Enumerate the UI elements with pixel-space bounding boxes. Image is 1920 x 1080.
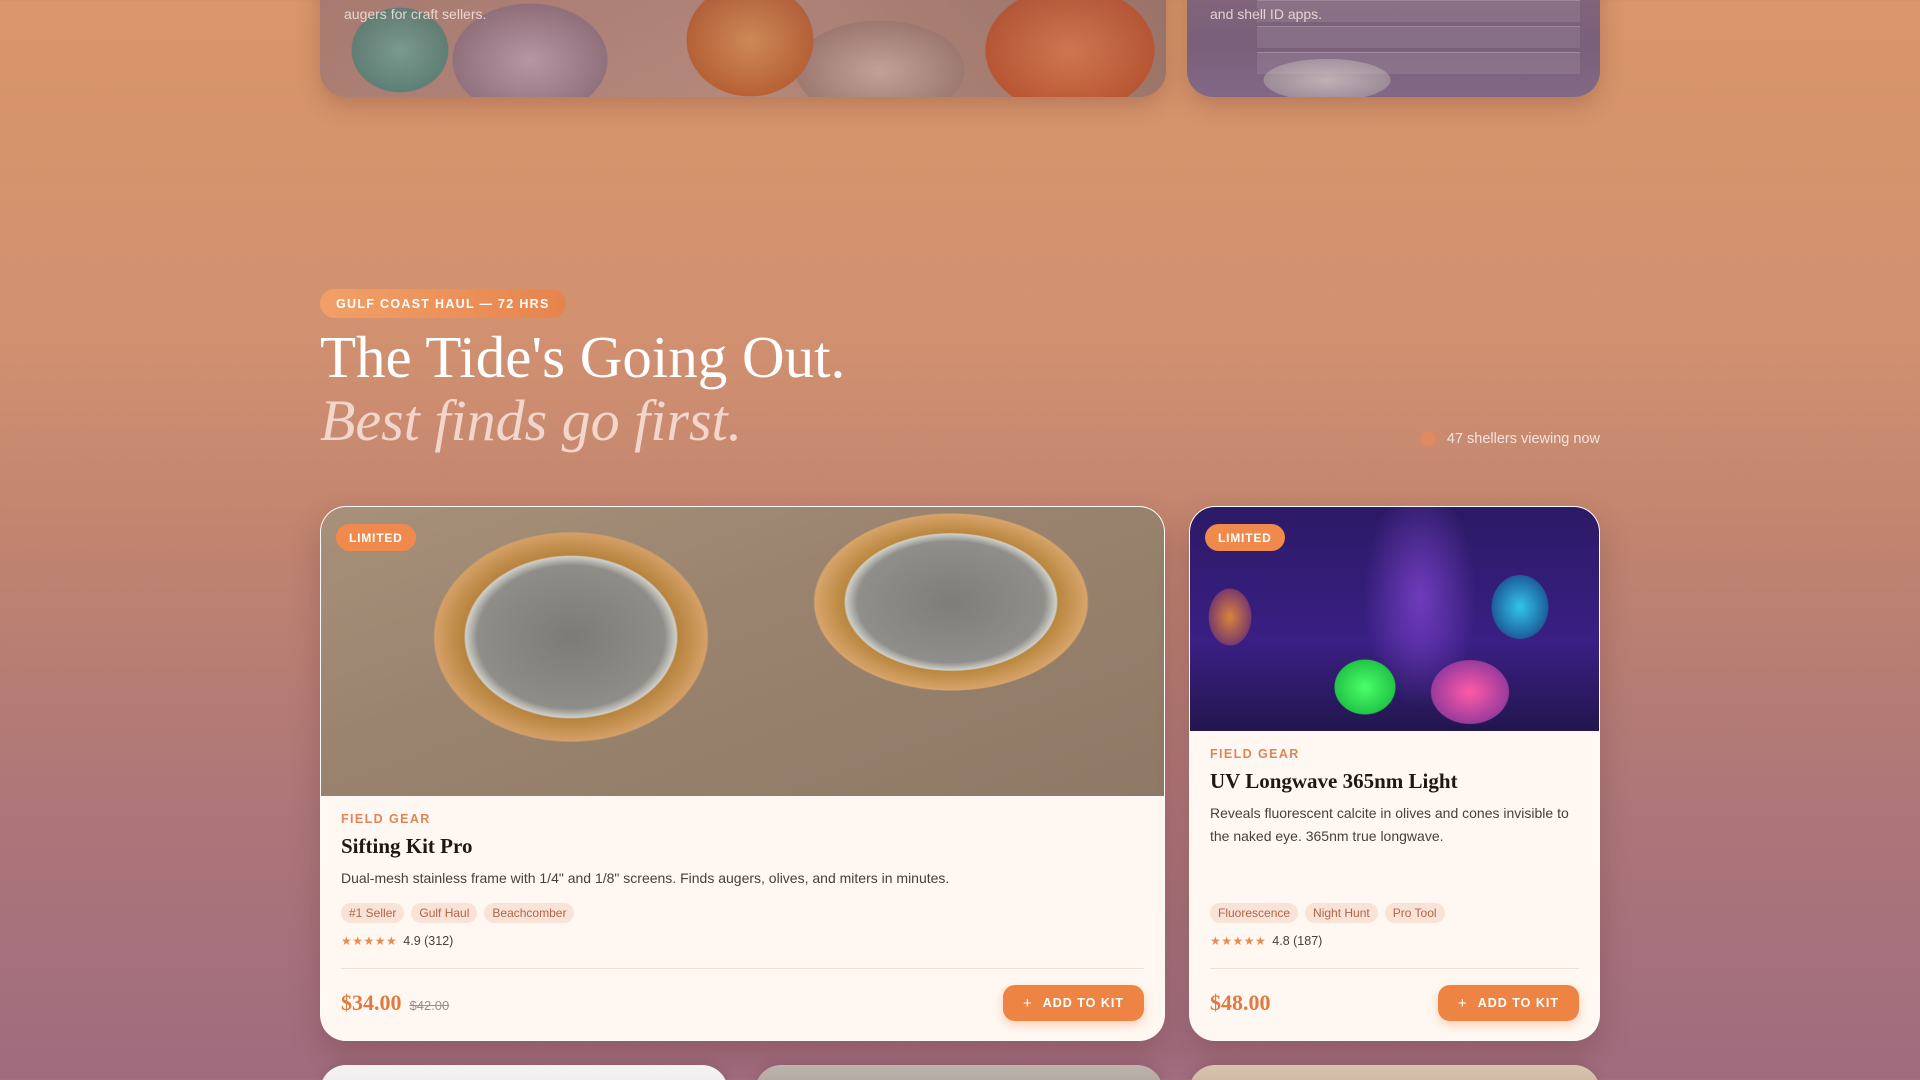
top-card-caption: and shell ID apps. bbox=[1210, 6, 1323, 22]
tag[interactable]: #1 Seller bbox=[341, 903, 405, 923]
live-dot-icon bbox=[1420, 432, 1435, 446]
plus-icon: + bbox=[1457, 994, 1468, 1012]
price-row: $34.00 $42.00 + ADD TO KIT bbox=[341, 985, 1144, 1021]
section-headline: The Tide's Going Out. bbox=[320, 324, 846, 390]
product-tags: #1 Seller Gulf Haul Beachcomber bbox=[341, 903, 575, 923]
product-rating: ★★★★★ 4.8 (187) bbox=[1210, 934, 1322, 948]
price: $34.00 $42.00 bbox=[341, 990, 449, 1016]
add-to-kit-label: ADD TO KIT bbox=[1477, 996, 1559, 1010]
product-body: FIELD GEAR UV Longwave 365nm Light Revea… bbox=[1210, 747, 1579, 848]
top-card-caption: augers for craft sellers. bbox=[344, 6, 487, 22]
rating-text: 4.9 (312) bbox=[403, 934, 454, 948]
current-price: $34.00 bbox=[341, 990, 402, 1015]
product-title[interactable]: Sifting Kit Pro bbox=[341, 834, 1144, 859]
viewers-text: 47 shellers viewing now bbox=[1446, 431, 1600, 447]
divider bbox=[1210, 968, 1579, 969]
product-title[interactable]: UV Longwave 365nm Light bbox=[1210, 769, 1579, 794]
product-category: FIELD GEAR bbox=[341, 812, 431, 826]
limited-badge: LIMITED bbox=[336, 524, 416, 551]
tag[interactable]: Fluorescence bbox=[1210, 903, 1299, 923]
star-rating-icon: ★★★★★ bbox=[1210, 934, 1267, 948]
divider bbox=[341, 968, 1144, 969]
add-to-kit-button[interactable]: + ADD TO KIT bbox=[1002, 985, 1144, 1021]
add-to-kit-label: ADD TO KIT bbox=[1042, 996, 1124, 1010]
haul-pill: GULF COAST HAUL — 72 HRS bbox=[320, 289, 566, 318]
product-body: FIELD GEAR Sifting Kit Pro Dual-mesh sta… bbox=[341, 812, 1144, 890]
price-row: $48.00 + ADD TO KIT bbox=[1210, 985, 1579, 1021]
star-rating-icon: ★★★★★ bbox=[341, 934, 398, 948]
plus-icon: + bbox=[1022, 994, 1033, 1012]
product-rating: ★★★★★ 4.9 (312) bbox=[341, 934, 453, 948]
top-card-craft[interactable]: augers for craft sellers. bbox=[320, 0, 1166, 97]
product-card-sifting-kit[interactable]: LIMITED FIELD GEAR Sifting Kit Pro Dual-… bbox=[320, 506, 1165, 1041]
tag[interactable]: Night Hunt bbox=[1305, 903, 1378, 923]
tag[interactable]: Gulf Haul bbox=[411, 903, 478, 923]
price: $48.00 bbox=[1210, 990, 1271, 1016]
current-price: $48.00 bbox=[1210, 990, 1271, 1015]
rating-text: 4.8 (187) bbox=[1272, 934, 1323, 948]
section-subline: Best finds go first. bbox=[320, 388, 743, 453]
product-image[interactable]: LIMITED bbox=[1190, 507, 1599, 731]
product-description: Reveals fluorescent calcite in olives an… bbox=[1210, 805, 1569, 844]
product-card-peek[interactable] bbox=[755, 1065, 1163, 1080]
tag[interactable]: Pro Tool bbox=[1384, 903, 1445, 923]
product-image[interactable]: LIMITED bbox=[321, 507, 1164, 796]
original-price: $42.00 bbox=[409, 998, 450, 1013]
product-card-uv-light[interactable]: LIMITED FIELD GEAR UV Longwave 365nm Lig… bbox=[1189, 506, 1600, 1041]
product-card-peek[interactable] bbox=[1189, 1065, 1600, 1080]
viewers-indicator: 47 shellers viewing now bbox=[1420, 431, 1600, 447]
tag[interactable]: Beachcomber bbox=[484, 903, 575, 923]
product-description: Dual-mesh stainless frame with 1/4" and … bbox=[341, 870, 950, 886]
add-to-kit-button[interactable]: + ADD TO KIT bbox=[1437, 985, 1579, 1021]
top-card-books[interactable]: and shell ID apps. bbox=[1187, 0, 1600, 97]
product-card-peek[interactable] bbox=[320, 1065, 728, 1080]
limited-badge: LIMITED bbox=[1205, 524, 1285, 551]
product-tags: Fluorescence Night Hunt Pro Tool bbox=[1210, 903, 1445, 923]
product-category: FIELD GEAR bbox=[1210, 747, 1300, 761]
